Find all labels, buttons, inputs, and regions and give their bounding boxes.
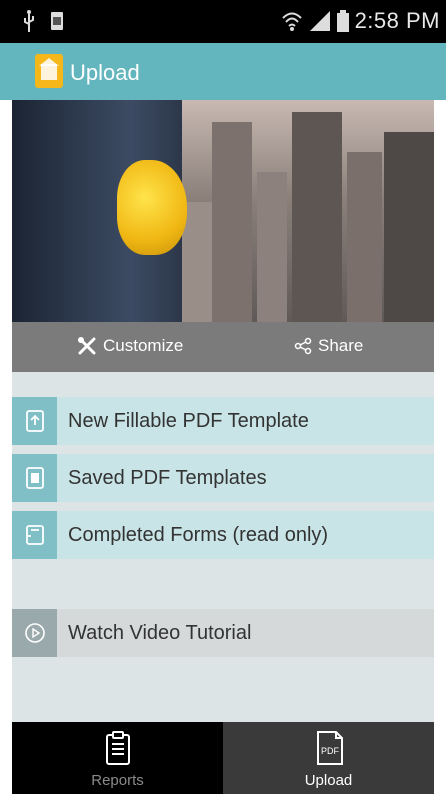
bottom-nav: Reports PDF Upload	[12, 722, 434, 794]
tools-icon	[78, 337, 96, 355]
app-logo-icon[interactable]	[35, 54, 63, 88]
usb-icon	[24, 10, 34, 32]
menu-item-new-template[interactable]: New Fillable PDF Template	[12, 397, 434, 445]
page-title: Upload	[70, 60, 140, 85]
helmet-icon	[117, 160, 187, 255]
menu-item-label: Saved PDF Templates	[57, 454, 434, 502]
menu-item-saved-templates[interactable]: Saved PDF Templates	[12, 454, 434, 502]
menu-item-label: Watch Video Tutorial	[57, 609, 434, 657]
menu-item-completed-forms[interactable]: Completed Forms (read only)	[12, 511, 434, 559]
tab-upload[interactable]: PDF Upload	[223, 722, 434, 794]
menu-item-video-tutorial[interactable]: Watch Video Tutorial	[12, 609, 434, 657]
action-bar: Customize Share	[12, 322, 434, 372]
menu-item-label: New Fillable PDF Template	[57, 397, 434, 445]
pdf-icon-text: PDF	[321, 746, 340, 756]
sim-icon	[51, 12, 63, 30]
form-icon	[12, 511, 57, 559]
upload-doc-icon	[12, 397, 57, 445]
tab-reports[interactable]: Reports	[12, 722, 223, 794]
clipboard-icon	[106, 731, 130, 765]
menu-item-label: Completed Forms (read only)	[57, 511, 434, 559]
share-label: Share	[318, 336, 364, 355]
share-icon	[294, 337, 312, 355]
clock: 2:58 PM	[354, 8, 440, 33]
pdf-icon: PDF	[317, 731, 343, 765]
hero-image	[12, 100, 434, 322]
tab-label: Reports	[91, 772, 144, 789]
customize-label: Customize	[103, 336, 184, 355]
tab-label: Upload	[304, 772, 353, 789]
battery-icon	[336, 10, 349, 32]
app-bar: Upload	[0, 43, 446, 100]
signal-icon	[309, 11, 330, 31]
play-icon	[12, 609, 57, 657]
share-button[interactable]: Share	[294, 336, 363, 356]
saved-doc-icon	[12, 454, 57, 502]
wifi-icon	[281, 12, 302, 31]
customize-button[interactable]: Customize	[77, 336, 183, 356]
status-bar: 2:58 PM	[0, 0, 446, 43]
